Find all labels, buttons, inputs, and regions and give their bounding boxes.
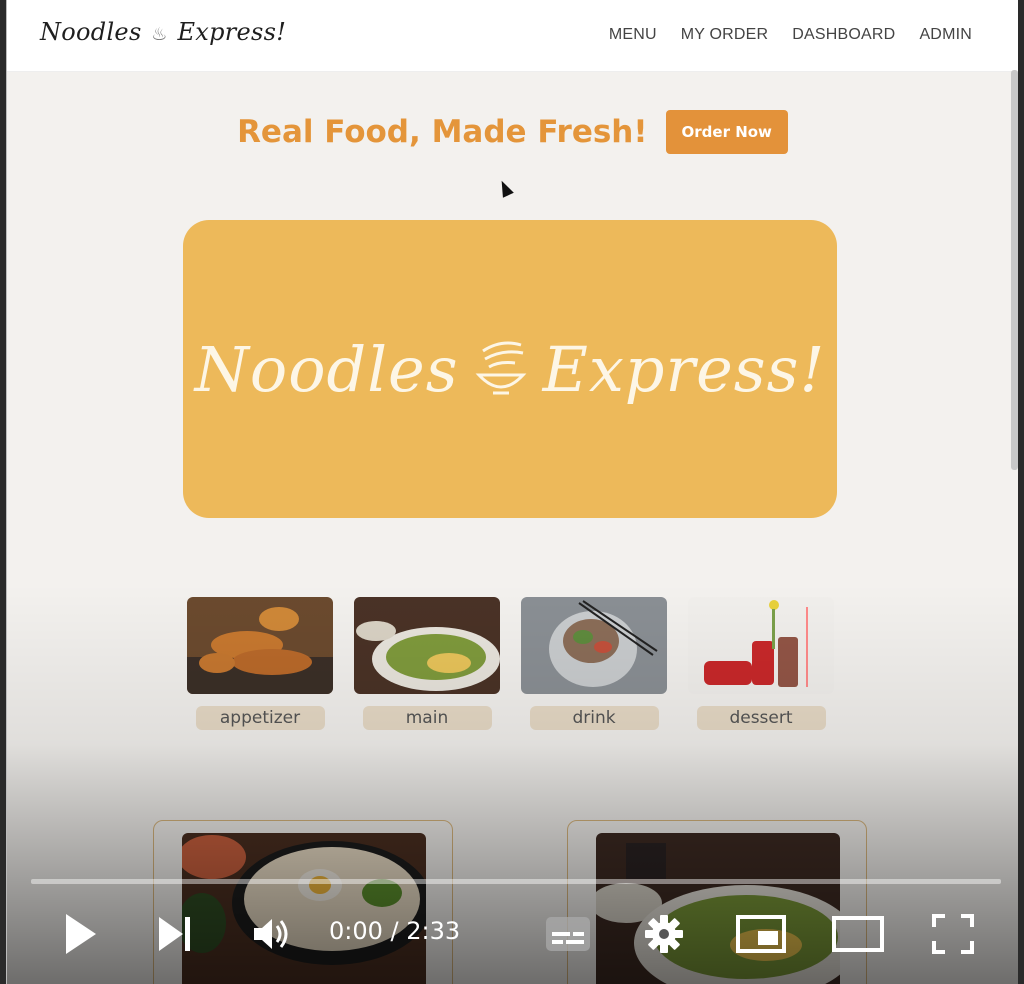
- nav-my-order-link[interactable]: MY ORDER: [681, 26, 769, 44]
- brand-name-right: Express!: [177, 18, 287, 46]
- noodle-bowl-icon: [475, 341, 526, 395]
- top-navbar: Noodles ♨ Express! MENU MY ORDER DASHBOA…: [7, 0, 1018, 72]
- category-dessert[interactable]: dessert: [688, 597, 834, 730]
- fried-chicken-photo[interactable]: [187, 597, 333, 694]
- browser-page: Noodles ♨ Express! MENU MY ORDER DASHBOA…: [6, 0, 1018, 984]
- brand-name-left: Noodles: [40, 18, 142, 46]
- hero-banner: Noodles Express!: [183, 220, 837, 518]
- nav-menu-link[interactable]: MENU: [609, 26, 657, 44]
- main-nav: MENU MY ORDER DASHBOARD ADMIN: [609, 26, 972, 44]
- category-appetizer[interactable]: appetizer: [187, 597, 333, 730]
- subtitles-icon[interactable]: [543, 905, 593, 963]
- category-drink[interactable]: drink: [521, 597, 667, 730]
- banner-text-right: Express!: [542, 332, 826, 406]
- hero-row: Real Food, Made Fresh! Order Now: [7, 110, 1018, 154]
- noodle-bowl-photo[interactable]: [354, 597, 500, 694]
- category-label[interactable]: appetizer: [195, 706, 325, 730]
- order-now-button[interactable]: Order Now: [665, 110, 788, 154]
- miniplayer-icon[interactable]: [735, 905, 787, 963]
- noodle-bowl-icon: ♨: [151, 24, 168, 45]
- page-scrollbar[interactable]: [1011, 70, 1018, 470]
- category-list: appetizer main drink dessert: [187, 597, 837, 730]
- video-controls: 0:00 / 2:33: [7, 905, 1018, 965]
- category-label[interactable]: drink: [529, 706, 659, 730]
- nav-admin-link[interactable]: ADMIN: [919, 26, 972, 44]
- next-icon[interactable]: [152, 905, 198, 963]
- brand-logo[interactable]: Noodles ♨ Express!: [40, 18, 286, 46]
- category-label[interactable]: main: [362, 706, 492, 730]
- banner-logo: Noodles Express!: [195, 333, 826, 406]
- cola-cans-photo[interactable]: [688, 597, 834, 694]
- category-label[interactable]: dessert: [696, 706, 826, 730]
- banner-text-left: Noodles: [194, 332, 459, 406]
- hero-tagline: Real Food, Made Fresh!: [237, 114, 648, 150]
- salad-plate-photo[interactable]: [521, 597, 667, 694]
- video-time: 0:00 / 2:33: [329, 917, 461, 945]
- settings-gear-icon[interactable]: [639, 905, 689, 963]
- mouse-cursor-icon: [496, 178, 514, 198]
- volume-icon[interactable]: [247, 905, 297, 963]
- theater-mode-icon[interactable]: [831, 905, 885, 963]
- category-main[interactable]: main: [354, 597, 500, 730]
- fullscreen-icon[interactable]: [929, 905, 977, 963]
- video-progress-bar[interactable]: [31, 879, 1001, 884]
- nav-dashboard-link[interactable]: DASHBOARD: [792, 26, 895, 44]
- play-icon[interactable]: [55, 905, 105, 963]
